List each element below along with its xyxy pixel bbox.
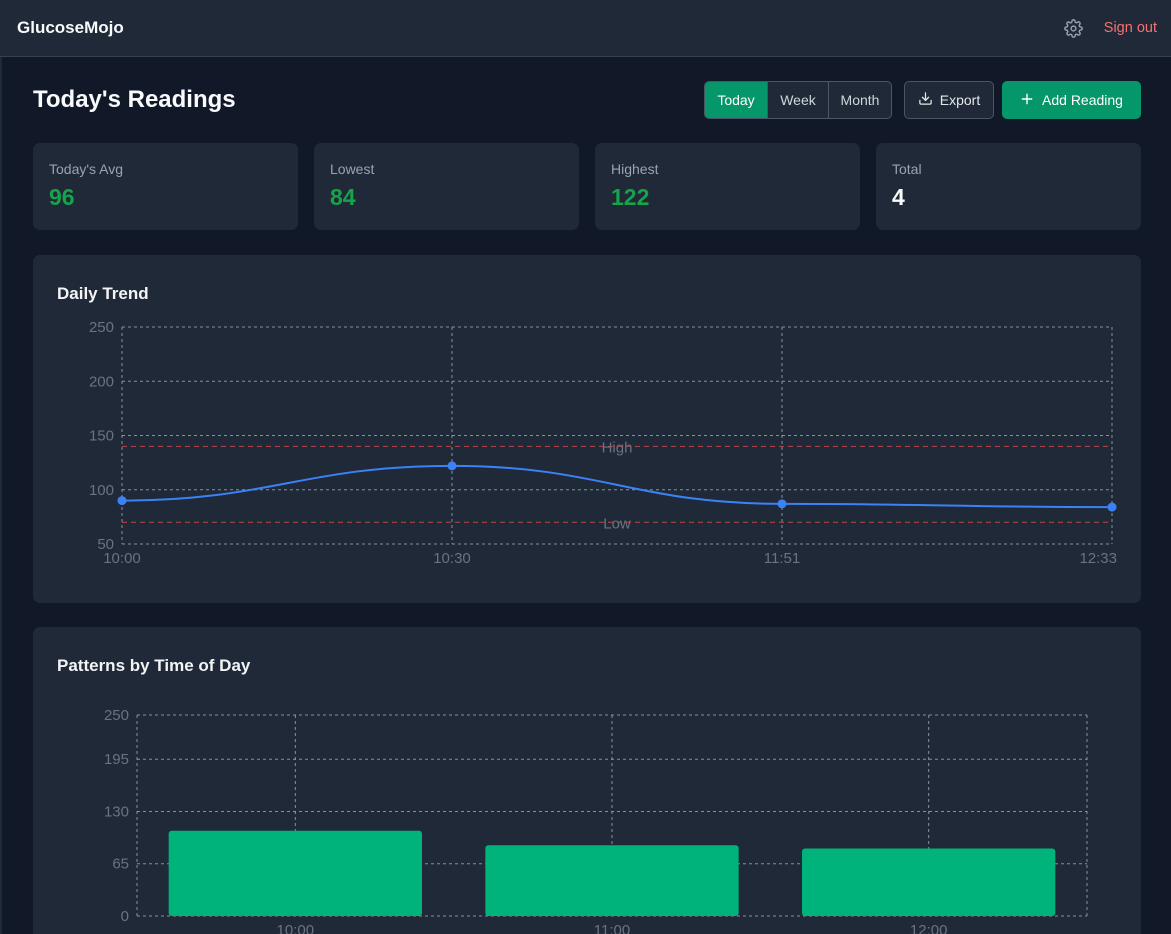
data-point (117, 496, 127, 506)
bar (802, 848, 1056, 916)
stat-value: 122 (611, 184, 650, 210)
bar (168, 830, 422, 916)
data-point (1107, 502, 1117, 512)
daily-trend-chart: 5010015020025010:00 10:30 11:51 12:33HighLo… (89, 319, 1117, 567)
range-selector: Today Week Month (704, 81, 892, 119)
range-today-button[interactable]: Today (705, 82, 768, 118)
stat-card-lowest: Lowest 84 (314, 143, 579, 230)
stat-label: Highest (611, 161, 659, 177)
top-bar: GlucoseMojo Sign out (0, 0, 1171, 57)
range-week-button[interactable]: Week (768, 82, 829, 118)
plus-icon (1020, 92, 1034, 109)
y-tick-label: 250 (89, 319, 114, 336)
sign-out-link[interactable]: Sign out (1104, 20, 1157, 36)
download-icon (918, 91, 933, 109)
threshold-label-low: Low (603, 515, 631, 532)
stat-card-average: Today's Avg 96 (33, 143, 298, 230)
range-month-button[interactable]: Month (829, 82, 891, 118)
x-tick-label: 12:33 (1079, 550, 1117, 567)
x-tick-label: 12:00 (910, 922, 948, 934)
stat-value: 4 (892, 184, 905, 210)
stat-card-highest: Highest 122 (595, 143, 860, 230)
threshold-label-high: High (602, 439, 633, 456)
glucose-series-line (121, 464, 1113, 509)
export-button[interactable]: Export (904, 81, 994, 119)
app-title: GlucoseMojo (17, 18, 124, 37)
x-tick-label: 10:30 (433, 550, 471, 567)
data-point (777, 499, 787, 509)
y-tick-label: 250 (104, 707, 129, 724)
stat-value: 96 (49, 184, 75, 210)
y-tick-label: 65 (112, 856, 129, 873)
y-tick-label: 130 (104, 803, 129, 820)
y-tick-label: 150 (89, 428, 114, 445)
add-reading-label: Add Reading (1042, 92, 1123, 108)
stat-label: Total (892, 161, 922, 177)
x-tick-label: 11:00 (594, 922, 630, 934)
y-tick-label: 100 (89, 482, 114, 499)
top-bar-actions: Sign out (1064, 18, 1157, 38)
y-tick-label: 200 (89, 373, 114, 390)
add-reading-button[interactable]: Add Reading (1002, 81, 1141, 119)
gear-icon[interactable] (1064, 18, 1084, 38)
stat-card-total: Total 4 (876, 143, 1141, 230)
y-tick-label: 195 (104, 751, 129, 768)
patterns-chart: 0 65 130 195 250 10:00 11:00 12:00 (104, 707, 1088, 934)
x-tick-label: 10:00 (277, 922, 315, 934)
x-tick-label: 11:51 (764, 550, 800, 567)
page-title: Today's Readings (33, 86, 236, 113)
stat-label: Today's Avg (49, 161, 124, 177)
x-tick-label: 10:00 (103, 550, 141, 567)
y-tick-label: 0 (121, 908, 129, 925)
bar (485, 845, 739, 916)
data-point (447, 461, 457, 471)
stat-label: Lowest (330, 161, 375, 177)
export-label: Export (939, 92, 981, 108)
page-edge (0, 57, 2, 934)
stat-value: 84 (330, 184, 356, 210)
